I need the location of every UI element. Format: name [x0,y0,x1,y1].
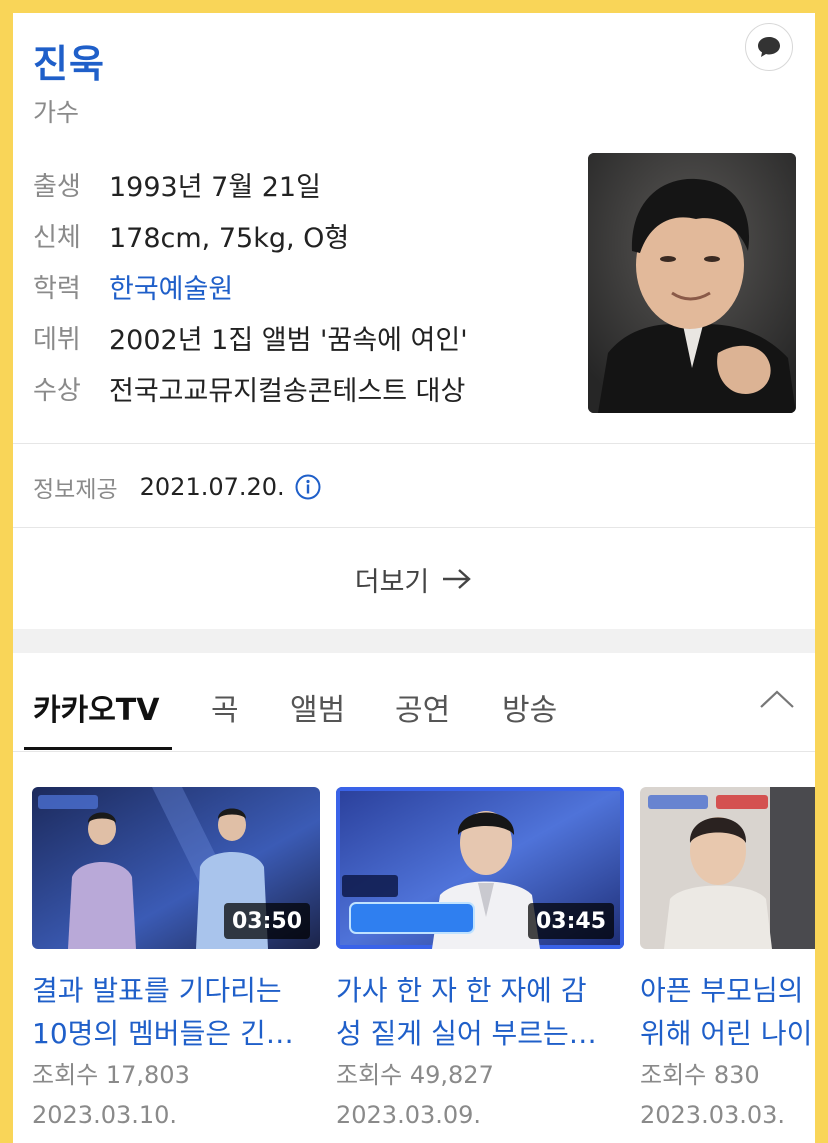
chevron-up-icon [760,690,794,708]
person-occupation: 가수 [33,98,80,127]
info-row-birth: 출생 1993년 7월 21일 [33,159,468,210]
video-card[interactable]: 아픈 부모님의 위해 어린 나이 조회수 830 2023.03.03. [640,787,815,1133]
video-title-line: 결과 발표를 기다리는 [32,974,282,1007]
info-row-education: 학력 한국예술원 [33,261,468,312]
info-label: 데뷔 [33,325,81,355]
info-value: 전국고교뮤지컬송콘테스트 대상 [109,376,466,407]
comment-button[interactable] [745,23,793,71]
video-title-line: 10명의 멤버들은 긴… [32,1017,294,1050]
video-date: 2023.03.09. [336,1101,482,1129]
info-value: 2002년 1집 앨범 '꿈속에 여인' [109,325,468,356]
collapse-button[interactable] [757,687,797,715]
section-divider [13,527,815,528]
tab-performances[interactable]: 공연 [395,685,450,729]
tab-kakaotv[interactable]: 카카오TV [33,685,159,729]
media-tabs: 카카오TV 곡 앨범 공연 방송 [13,655,815,751]
video-list: 03:50 결과 발표를 기다리는 10명의 멤버들은 긴… 조회수 17,80… [32,787,815,1143]
info-value: 1993년 7월 21일 [109,172,321,203]
video-date: 2023.03.03. [640,1101,786,1129]
info-circle-icon[interactable] [295,474,321,500]
info-label: 학력 [33,274,81,304]
video-title-line: 가사 한 자 한 자에 감 [336,974,587,1007]
tab-songs[interactable]: 곡 [211,685,239,729]
tabs-divider [13,751,815,752]
video-title[interactable]: 아픈 부모님의 위해 어린 나이 [640,969,815,1055]
video-title[interactable]: 가사 한 자 한 자에 감 성 짙게 실어 부르는… [336,969,624,1055]
video-card[interactable]: 03:45 가사 한 자 한 자에 감 성 짙게 실어 부르는… 조회수 49,… [336,787,624,1133]
info-source: 정보제공 2021.07.20. [33,469,321,505]
source-label: 정보제공 [33,477,118,503]
info-row-debut: 데뷔 2002년 1집 앨범 '꿈속에 여인' [33,312,468,363]
person-name[interactable]: 진욱 [33,33,105,88]
source-date: 2021.07.20. [139,473,285,501]
section-divider [13,443,815,444]
video-thumbnail[interactable]: 03:45 [336,787,624,949]
tab-albums[interactable]: 앨범 [290,685,345,729]
arrow-right-icon [441,567,473,591]
video-views: 조회수 49,827 [336,1061,494,1089]
info-label: 수상 [33,376,81,406]
profile-info-list: 출생 1993년 7월 21일 신체 178cm, 75kg, O형 학력 한국… [33,159,468,414]
person-photo-icon [588,153,796,413]
video-title-line: 위해 어린 나이 [640,1017,813,1050]
video-title[interactable]: 결과 발표를 기다리는 10명의 멤버들은 긴… [32,969,320,1055]
profile-photo[interactable] [588,153,796,413]
person-info-card: 진욱 가수 출생 1993년 7월 21일 신체 178cm, 75kg, O형… [13,13,815,1143]
active-tab-indicator [24,747,172,750]
more-label: 더보기 [354,566,430,598]
info-label: 출생 [33,172,81,202]
tab-broadcasts[interactable]: 방송 [502,685,557,729]
video-thumbnail[interactable] [640,787,815,949]
video-duration: 03:50 [223,903,310,939]
more-button[interactable]: 더보기 [13,553,815,605]
video-title-line: 아픈 부모님의 [640,974,804,1007]
video-views: 조회수 17,803 [32,1061,190,1089]
video-duration: 03:45 [527,903,614,939]
video-views: 조회수 830 [640,1061,760,1089]
video-date: 2023.03.10. [32,1101,178,1129]
section-gap [13,629,815,653]
info-row-body: 신체 178cm, 75kg, O형 [33,210,468,261]
info-label: 신체 [33,223,81,253]
education-link[interactable]: 한국예술원 [109,267,233,306]
info-row-award: 수상 전국고교뮤지컬송콘테스트 대상 [33,363,468,414]
video-thumbnail[interactable]: 03:50 [32,787,320,949]
info-value: 178cm, 75kg, O형 [109,223,350,254]
speech-bubble-icon [758,37,780,57]
video-card[interactable]: 03:50 결과 발표를 기다리는 10명의 멤버들은 긴… 조회수 17,80… [32,787,320,1133]
video-title-line: 성 짙게 실어 부르는… [336,1017,597,1050]
